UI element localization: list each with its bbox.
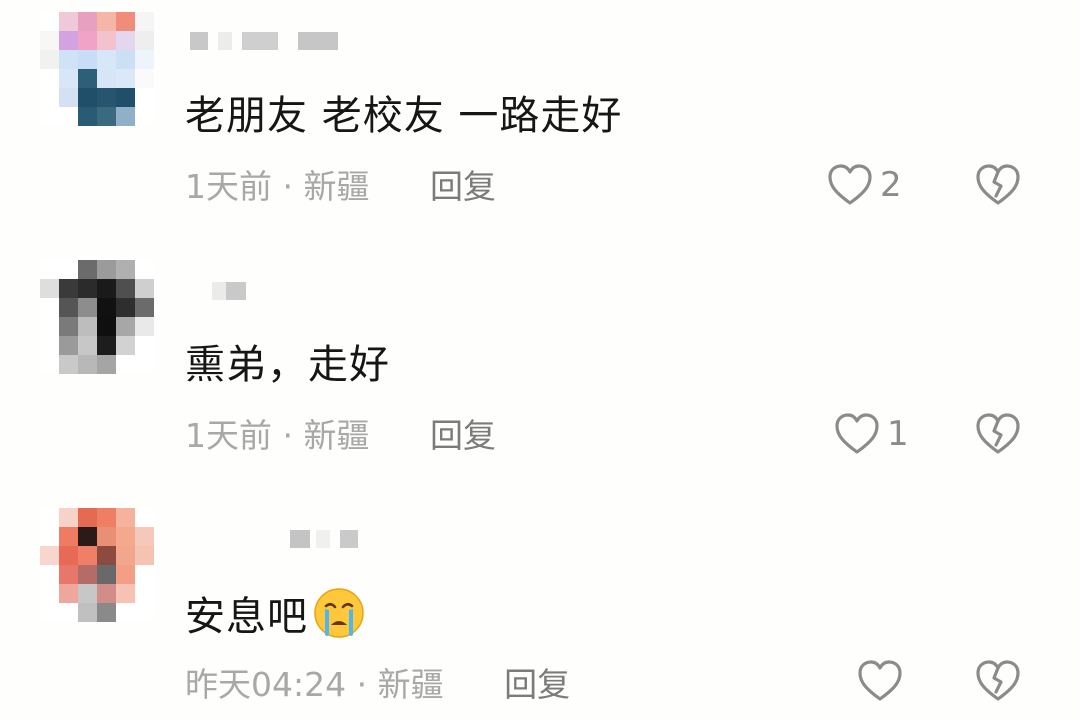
crying-face-icon: [314, 588, 364, 638]
username-redacted[interactable]: [190, 530, 358, 548]
heart-outline-icon: [858, 660, 902, 701]
meta-separator: ·: [356, 665, 368, 704]
username-redacted[interactable]: [190, 282, 246, 300]
comment-meta: 1天前 · 新疆 回复: [185, 415, 496, 457]
like-button[interactable]: [856, 658, 910, 704]
comment-meta: 1天前 · 新疆 回复: [185, 166, 496, 208]
comment-text: 熏弟，走好: [185, 342, 390, 388]
like-count: 2: [880, 165, 902, 205]
comment-text-content: 安息吧: [185, 594, 308, 640]
username-redacted[interactable]: [190, 32, 338, 50]
like-button[interactable]: 2: [826, 162, 902, 208]
reply-button[interactable]: 回复: [430, 167, 496, 206]
comment-location: 新疆: [303, 416, 370, 455]
reply-button[interactable]: 回复: [430, 416, 496, 455]
meta-separator: ·: [282, 416, 294, 455]
like-button[interactable]: 1: [833, 411, 909, 457]
dislike-button[interactable]: [974, 162, 1022, 208]
broken-heart-icon: [976, 164, 1020, 205]
comment-location: 新疆: [377, 665, 444, 704]
comment-time: 1天前: [185, 167, 272, 206]
meta-separator: ·: [282, 167, 294, 206]
comment-meta: 昨天04:24 · 新疆 回复: [185, 664, 570, 706]
dislike-button[interactable]: [974, 411, 1022, 457]
like-count: 1: [887, 414, 909, 454]
comment-location: 新疆: [303, 167, 370, 206]
avatar[interactable]: [40, 508, 156, 624]
broken-heart-icon: [976, 413, 1020, 454]
comment-item-2: 熏弟，走好 1天前 · 新疆 回复 1: [0, 240, 1080, 490]
comment-item-3: 安息吧 昨天04:24 · 新疆 回复: [0, 490, 1080, 719]
comment-text: 老朋友 老校友 一路走好: [185, 93, 623, 139]
comment-item-1: 老朋友 老校友 一路走好 1天前 · 新疆 回复 2: [0, 0, 1080, 240]
reply-button[interactable]: 回复: [504, 665, 570, 704]
dislike-button[interactable]: [974, 658, 1022, 704]
comment-time: 1天前: [185, 416, 272, 455]
heart-outline-icon: [828, 164, 872, 205]
heart-outline-icon: [835, 413, 879, 454]
comment-text: 安息吧: [185, 586, 366, 641]
broken-heart-icon: [976, 660, 1020, 701]
avatar[interactable]: [40, 12, 156, 128]
avatar[interactable]: [40, 260, 156, 376]
comment-time: 昨天04:24: [185, 665, 347, 704]
